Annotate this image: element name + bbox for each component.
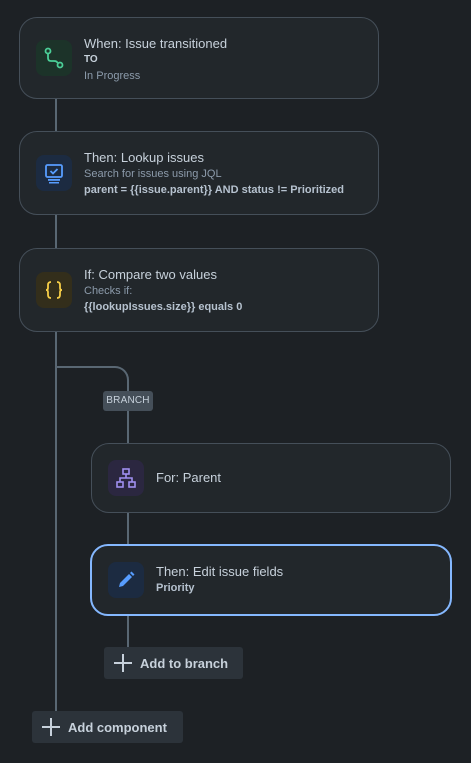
connector-branch-horizontal (57, 366, 115, 368)
edit-fields-text: Then: Edit issue fields Priority (156, 564, 283, 596)
trigger-operator: TO (84, 54, 98, 65)
branch-badge: BRANCH (103, 391, 153, 411)
add-to-branch-button[interactable]: Add to branch (104, 647, 243, 679)
hierarchy-icon (116, 468, 136, 488)
trigger-icon-box (36, 40, 72, 76)
add-component-button[interactable]: Add component (32, 711, 183, 743)
add-component-label: Add component (68, 719, 167, 735)
search-issues-icon (45, 164, 63, 184)
lookup-jql: parent = {{issue.parent}} AND status != … (84, 184, 344, 196)
condition-braces-icon (45, 281, 63, 299)
condition-title: If: Compare two values (84, 267, 217, 282)
lookup-icon-box (36, 155, 72, 191)
condition-text: If: Compare two values Checks if: {{look… (84, 267, 242, 315)
edit-pencil-icon (119, 571, 135, 587)
condition-expression: {{lookupIssues.size}} equals 0 (84, 301, 243, 313)
edit-issue-fields-card[interactable]: Then: Edit issue fields Priority (90, 544, 452, 616)
lookup-title: Then: Lookup issues (84, 150, 204, 165)
edit-icon-box (108, 562, 144, 598)
for-parent-icon-box (108, 460, 144, 496)
lookup-issues-card[interactable]: Then: Lookup issues Search for issues us… (19, 131, 379, 215)
for-parent-title: For: Parent (156, 470, 222, 485)
for-parent-text: For: Parent (156, 470, 221, 486)
lookup-description: Search for issues using JQL (84, 168, 222, 180)
trigger-title: When: Issue transitioned (84, 36, 228, 51)
trigger-status: In Progress (84, 70, 141, 82)
transition-icon (44, 47, 64, 69)
condition-card[interactable]: If: Compare two values Checks if: {{look… (19, 248, 379, 332)
trigger-card[interactable]: When: Issue transitioned TO In Progress (19, 17, 379, 99)
plus-icon (42, 718, 60, 736)
condition-description: Checks if: (84, 285, 133, 297)
add-to-branch-label: Add to branch (140, 655, 229, 671)
for-parent-card[interactable]: For: Parent (91, 443, 451, 513)
lookup-text: Then: Lookup issues Search for issues us… (84, 150, 344, 198)
edit-fields-field: Priority (156, 582, 195, 594)
edit-fields-title: Then: Edit issue fields (156, 564, 284, 579)
condition-icon-box (36, 272, 72, 308)
trigger-text: When: Issue transitioned TO In Progress (84, 36, 227, 84)
plus-icon (114, 654, 132, 672)
